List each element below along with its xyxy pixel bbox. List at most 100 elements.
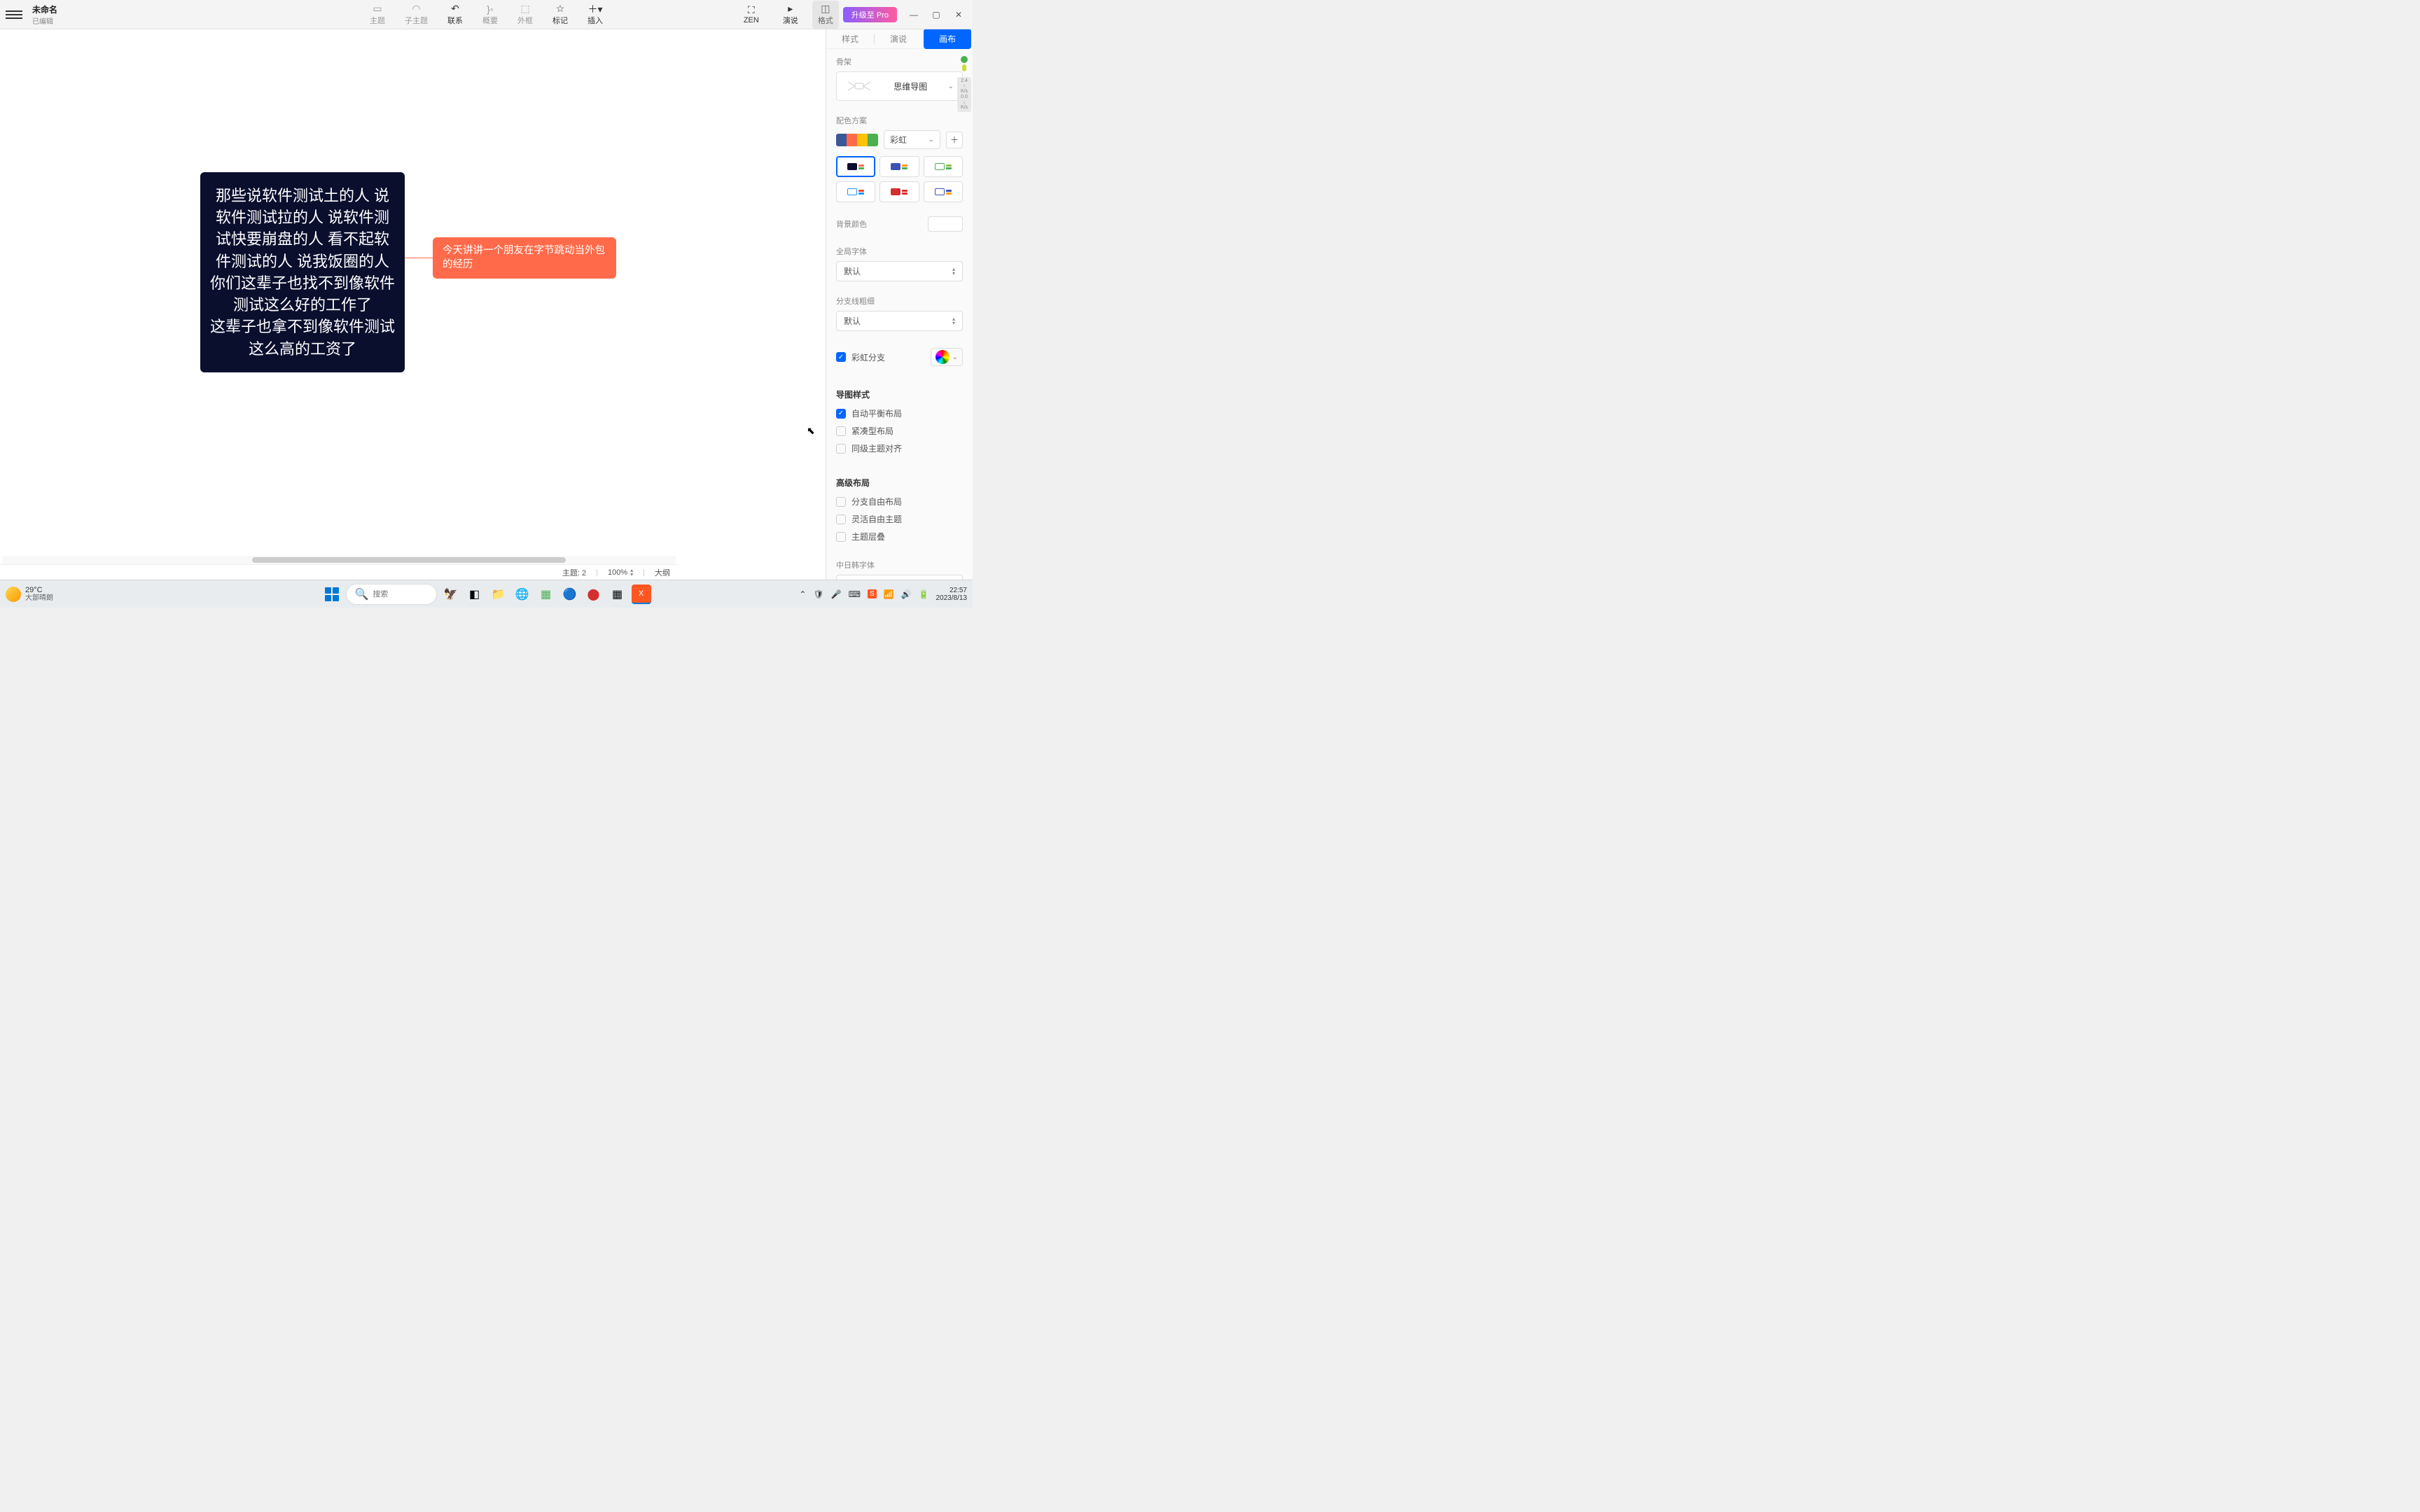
present-button[interactable]: ▸演说 (773, 2, 808, 27)
tray-app-icon[interactable]: 🛡 (813, 589, 823, 599)
bg-color-picker[interactable] (928, 216, 963, 232)
chrome-icon[interactable]: 🔵 (560, 584, 580, 604)
task-app-2[interactable]: ◧ (465, 584, 485, 604)
cjk-font-section: 中日韩字体 默认▴▾ 中日韩字体。设置后将优化与西文字体混合排版的字体效果。 (826, 552, 973, 580)
rainbow-branch-label: 彩虹分支 (851, 351, 885, 363)
auto-balance-checkbox[interactable]: ✓ (836, 409, 846, 419)
insert-button[interactable]: ＋▾插入 (578, 2, 613, 27)
relation-button[interactable]: ↶联系 (438, 2, 473, 27)
start-button[interactable] (322, 584, 342, 604)
bg-color-section: 背景颜色 (826, 209, 973, 239)
document-title-area: 未命名 已编辑 (32, 4, 57, 26)
format-button[interactable]: ◫格式 (812, 1, 839, 29)
tab-style[interactable]: 样式 (826, 29, 874, 49)
fullscreen-icon: ⛶ (748, 5, 755, 16)
marker-icon: ☆ (556, 4, 565, 15)
task-app-green[interactable]: ▦ (536, 584, 556, 604)
topic-overlap-checkbox[interactable] (836, 532, 846, 542)
branch-width-selector[interactable]: 默认▴▾ (836, 311, 963, 331)
document-status: 已编辑 (32, 15, 57, 26)
marker-button[interactable]: ☆标记 (543, 2, 578, 27)
cjk-font-selector[interactable]: 默认▴▾ (836, 575, 963, 580)
windows-taskbar: 29°C 大部晴朗 🔍 🦅 ◧ 📁 🌐 ▦ 🔵 ⬤ ▦ X ⌃ 🛡 🎤 ⌨ S … (0, 580, 973, 608)
canvas-status-bar: 主题: 2 | 100% ▴▾ | 大纲 (0, 564, 679, 580)
boundary-button[interactable]: ⬚外框 (508, 2, 543, 27)
same-level-align-checkbox[interactable] (836, 444, 846, 454)
xmind-taskbar-icon[interactable]: X (632, 584, 651, 604)
structure-selector[interactable]: 思维导图 ⌄ (836, 71, 963, 101)
structure-section: 骨架 思维导图 ⌄ (826, 49, 973, 108)
stepper-icon: ▴▾ (952, 317, 955, 326)
toolbar-right: ⛶ZEN ▸演说 ◫格式 升级至 Pro — ▢ ✕ (734, 1, 967, 29)
flexible-free-checkbox[interactable] (836, 514, 846, 524)
preset-1[interactable] (836, 156, 875, 177)
main-topic-node[interactable]: 那些说软件测试土的人 说软件测试拉的人 说软件测试快要崩盘的人 看不起软件测试的… (200, 172, 405, 372)
status-dot-green (961, 56, 968, 63)
hamburger-menu[interactable] (6, 6, 22, 23)
chevron-down-icon: ⌄ (952, 354, 958, 361)
weather-widget[interactable]: 29°C 大部晴朗 (6, 586, 53, 602)
color-scheme-selector[interactable]: 彩虹⌄ (884, 130, 940, 149)
minimize-button[interactable]: — (908, 9, 919, 20)
task-app-1[interactable]: 🦅 (441, 584, 461, 604)
rainbow-branch-checkbox[interactable]: ✓ (836, 352, 846, 362)
mindmap-canvas[interactable]: 那些说软件测试土的人 说软件测试拉的人 说软件测试快要崩盘的人 看不起软件测试的… (0, 29, 826, 580)
status-dot-yellow (962, 64, 966, 71)
outline-toggle[interactable]: 大纲 (655, 567, 670, 578)
preset-2[interactable] (879, 156, 919, 177)
branch-free-label: 分支自由布局 (851, 496, 902, 507)
scroll-thumb[interactable] (252, 557, 566, 563)
maximize-button[interactable]: ▢ (931, 9, 942, 20)
map-style-title: 导图样式 (836, 388, 963, 400)
structure-label: 骨架 (836, 56, 963, 67)
system-tray: ⌃ 🛡 🎤 ⌨ S 📶 🔊 🔋 22:57 2023/8/13 (799, 587, 967, 602)
tray-mic-icon[interactable]: 🎤 (831, 589, 842, 599)
map-style-section: 导图样式 ✓自动平衡布局 紧凑型布局 同级主题对齐 (826, 376, 973, 464)
tab-present[interactable]: 演说 (875, 29, 922, 49)
tray-input-icon[interactable]: ⌨ (849, 589, 861, 599)
panel-tabs: 样式 演说 画布 (826, 29, 973, 49)
mindmap-structure-icon (845, 79, 873, 93)
zoom-stepper[interactable]: ▴▾ (630, 568, 633, 577)
preset-6[interactable] (924, 181, 963, 202)
record-icon[interactable]: ⬤ (584, 584, 604, 604)
battery-icon[interactable]: 🔋 (919, 589, 929, 599)
rainbow-color-picker[interactable]: ⌄ (931, 348, 963, 366)
zoom-control[interactable]: 100% ▴▾ (608, 568, 633, 577)
compact-checkbox[interactable] (836, 426, 846, 436)
volume-icon[interactable]: 🔊 (901, 589, 912, 599)
zen-button[interactable]: ⛶ZEN (734, 4, 769, 26)
task-app-purple[interactable]: ▦ (608, 584, 627, 604)
search-input[interactable] (373, 590, 429, 598)
temperature: 29°C (25, 586, 53, 594)
child-topic-node[interactable]: 今天讲讲一个朋友在字节跳动当外包的经历 (433, 237, 616, 279)
topic-button[interactable]: ▭主题 (360, 2, 395, 27)
taskbar-search[interactable]: 🔍 (346, 584, 437, 605)
network-indicator: 2.4 ↑ K/s 0.0 ↓ K/s (957, 56, 971, 112)
global-font-selector[interactable]: 默认▴▾ (836, 261, 963, 281)
weather-icon (6, 587, 21, 602)
add-scheme-button[interactable]: ＋ (946, 132, 963, 148)
tray-chevron-icon[interactable]: ⌃ (799, 589, 806, 599)
close-button[interactable]: ✕ (953, 9, 964, 20)
edge-browser-icon[interactable]: 🌐 (513, 584, 532, 604)
preset-5[interactable] (879, 181, 919, 202)
subtopic-button[interactable]: ◠子主题 (395, 2, 438, 27)
horizontal-scrollbar[interactable] (3, 556, 676, 564)
summary-button[interactable]: }◦概要 (473, 2, 508, 27)
topic-overlap-label: 主题层叠 (851, 531, 885, 542)
boundary-icon: ⬚ (520, 4, 529, 15)
same-level-align-label: 同级主题对齐 (851, 442, 902, 454)
global-font-section: 全局字体 默认▴▾ (826, 239, 973, 288)
upgrade-button[interactable]: 升级至 Pro (843, 7, 897, 22)
relation-icon: ↶ (451, 4, 459, 15)
branch-free-checkbox[interactable] (836, 497, 846, 507)
tab-canvas[interactable]: 画布 (924, 29, 971, 49)
wifi-icon[interactable]: 📶 (884, 589, 894, 599)
status-separator: | (596, 568, 598, 577)
taskbar-clock[interactable]: 22:57 2023/8/13 (936, 587, 968, 602)
file-explorer-icon[interactable]: 📁 (489, 584, 508, 604)
preset-3[interactable] (924, 156, 963, 177)
ime-icon[interactable]: S (868, 589, 877, 598)
preset-4[interactable] (836, 181, 875, 202)
